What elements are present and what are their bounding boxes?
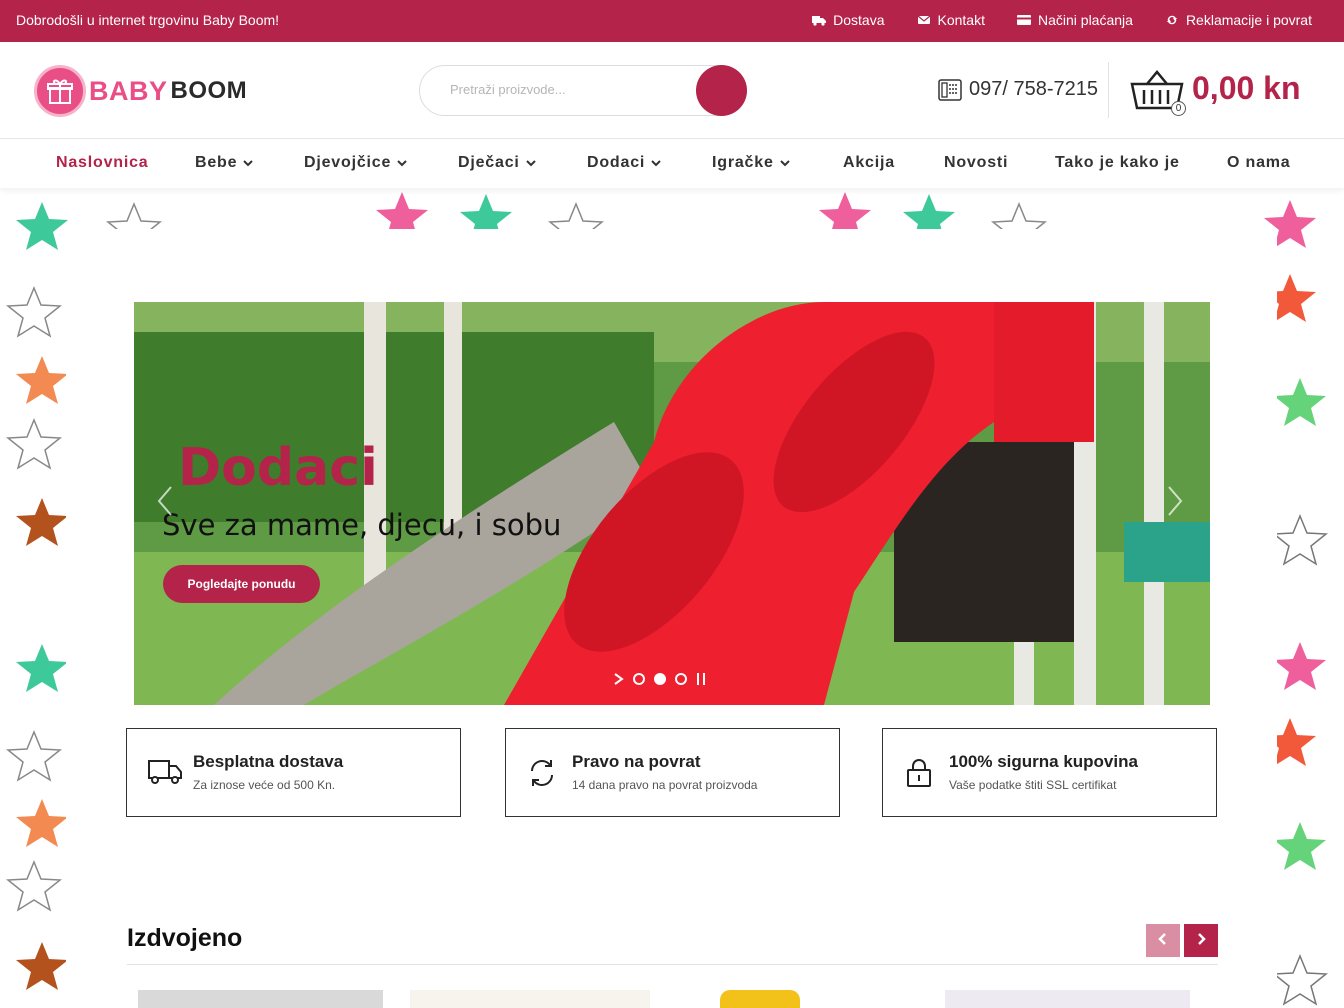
chevron-right-icon	[1198, 933, 1206, 945]
feature-subtitle: Vaše podatke štiti SSL certifikat	[949, 778, 1117, 792]
cart-total[interactable]: 0,00 kn	[1192, 70, 1301, 107]
chevron-down-icon	[651, 159, 661, 166]
featured-prev-button[interactable]	[1146, 924, 1180, 957]
slide-subtitle: Sve za mame, djecu, i sobu	[162, 508, 562, 542]
refresh-icon	[531, 760, 553, 786]
play-icon[interactable]	[614, 673, 624, 685]
nav-item-igracke[interactable]: Igračke	[712, 154, 790, 172]
truck-icon	[148, 760, 182, 784]
phone-number: 097/ 758-7215	[969, 78, 1099, 100]
nav-label: Djevojčice	[304, 154, 392, 171]
slider-next-icon[interactable]	[1165, 485, 1185, 517]
top-bar: Dobrodošli u internet trgovinu Baby Boom…	[0, 0, 1344, 42]
feature-subtitle: 14 dana pravo na povrat proizvoda	[572, 778, 758, 792]
search-box	[419, 65, 747, 116]
cart-button[interactable]: 0	[1130, 68, 1186, 119]
slider-dots	[614, 673, 706, 685]
feature-subtitle: Za iznose veće od 500 Kn.	[193, 778, 336, 792]
header: BABY BOOM 097/ 758-7215 0 0,00 kn	[0, 42, 1344, 139]
product-thumb[interactable]	[138, 990, 383, 1008]
search-input[interactable]	[450, 82, 680, 97]
feature-title: Pravo na povrat	[572, 752, 701, 771]
featured-next-button[interactable]	[1184, 924, 1218, 957]
nav-label: Tako je kako je	[1055, 154, 1180, 171]
chevron-down-icon	[397, 159, 407, 166]
top-links: Dostava Kontakt Načini plaćanja Reklamac…	[812, 12, 1312, 28]
chevron-left-icon	[1158, 933, 1166, 945]
nav-label: Igračke	[712, 154, 774, 171]
nav-item-djevojcice[interactable]: Djevojčice	[304, 154, 407, 172]
slide-image	[134, 302, 1210, 705]
nav-label: Naslovnica	[56, 154, 149, 171]
chevron-down-icon	[525, 159, 536, 166]
header-divider	[1108, 62, 1109, 118]
slider-dot-2[interactable]	[654, 673, 666, 685]
logo-text-baby: BABY	[89, 75, 168, 106]
featured-title: Izdvojeno	[127, 924, 243, 952]
credit-card-icon	[1016, 15, 1031, 25]
hero-slider[interactable]	[134, 302, 1210, 705]
lock-icon	[907, 759, 931, 787]
chevron-down-icon	[243, 159, 254, 166]
gift-icon	[34, 65, 86, 117]
top-link-reklamacije[interactable]: Reklamacije i povrat	[1165, 12, 1312, 28]
logo-text-boom: BOOM	[170, 77, 248, 104]
nav-label: Akcija	[843, 154, 895, 171]
main-nav: Naslovnica Bebe Djevojčice Dječaci Dodac…	[0, 140, 1344, 188]
pause-icon[interactable]	[696, 673, 706, 685]
top-link-label: Načini plaćanja	[1037, 12, 1133, 28]
top-link-kontakt[interactable]: Kontakt	[917, 12, 985, 28]
nav-item-novosti[interactable]: Novosti	[944, 154, 1008, 172]
slider-dot-1[interactable]	[633, 673, 645, 685]
top-link-dostava[interactable]: Dostava	[812, 12, 885, 28]
slide-cta-button[interactable]: Pogledajte ponudu	[163, 565, 320, 603]
slide-title: Dodaci	[178, 438, 378, 498]
nav-item-djecaci[interactable]: Dječaci	[458, 154, 536, 172]
nav-item-dodaci[interactable]: Dodaci	[587, 154, 661, 172]
product-thumb[interactable]	[945, 990, 1190, 1008]
nav-item-akcija[interactable]: Akcija	[843, 154, 895, 172]
top-link-label: Dostava	[833, 12, 885, 28]
nav-label: Dodaci	[587, 154, 646, 171]
logo[interactable]: BABY BOOM	[34, 65, 247, 117]
nav-item-bebe[interactable]: Bebe	[195, 154, 254, 172]
nav-item-o-nama[interactable]: O nama	[1227, 154, 1291, 172]
cart-count: 0	[1171, 101, 1186, 116]
slider-prev-icon[interactable]	[155, 485, 175, 517]
featured-divider	[127, 964, 1218, 965]
feature-free-shipping: Besplatna dostava Za iznose veće od 500 …	[126, 728, 461, 817]
search-button[interactable]	[696, 65, 747, 116]
nav-label: Dječaci	[458, 154, 520, 171]
product-thumb[interactable]	[410, 990, 650, 1008]
welcome-text: Dobrodošli u internet trgovinu Baby Boom…	[16, 12, 280, 28]
top-link-label: Kontakt	[937, 12, 985, 28]
chevron-down-icon	[779, 159, 790, 166]
nav-item-naslovnica[interactable]: Naslovnica	[56, 154, 148, 172]
feature-title: Besplatna dostava	[193, 752, 344, 771]
refresh-icon	[1166, 15, 1178, 25]
top-link-label: Reklamacije i povrat	[1185, 12, 1312, 28]
product-thumb[interactable]	[720, 990, 800, 1008]
truck-icon	[812, 16, 827, 26]
nav-label: Novosti	[944, 154, 1009, 171]
envelope-icon	[917, 15, 930, 24]
nav-item-tako-je-kako-je[interactable]: Tako je kako je	[1055, 154, 1180, 172]
feature-secure: 100% sigurna kupovina Vaše podatke štiti…	[882, 728, 1217, 817]
phone-icon	[938, 78, 962, 101]
slider-dot-3[interactable]	[675, 673, 687, 685]
feature-returns: Pravo na povrat 14 dana pravo na povrat …	[505, 728, 840, 817]
feature-title: 100% sigurna kupovina	[949, 752, 1138, 771]
nav-label: Bebe	[195, 154, 238, 171]
top-link-placanje[interactable]: Načini plaćanja	[1016, 12, 1133, 28]
nav-label: O nama	[1227, 154, 1291, 171]
phone-contact[interactable]: 097/ 758-7215	[938, 78, 1098, 101]
